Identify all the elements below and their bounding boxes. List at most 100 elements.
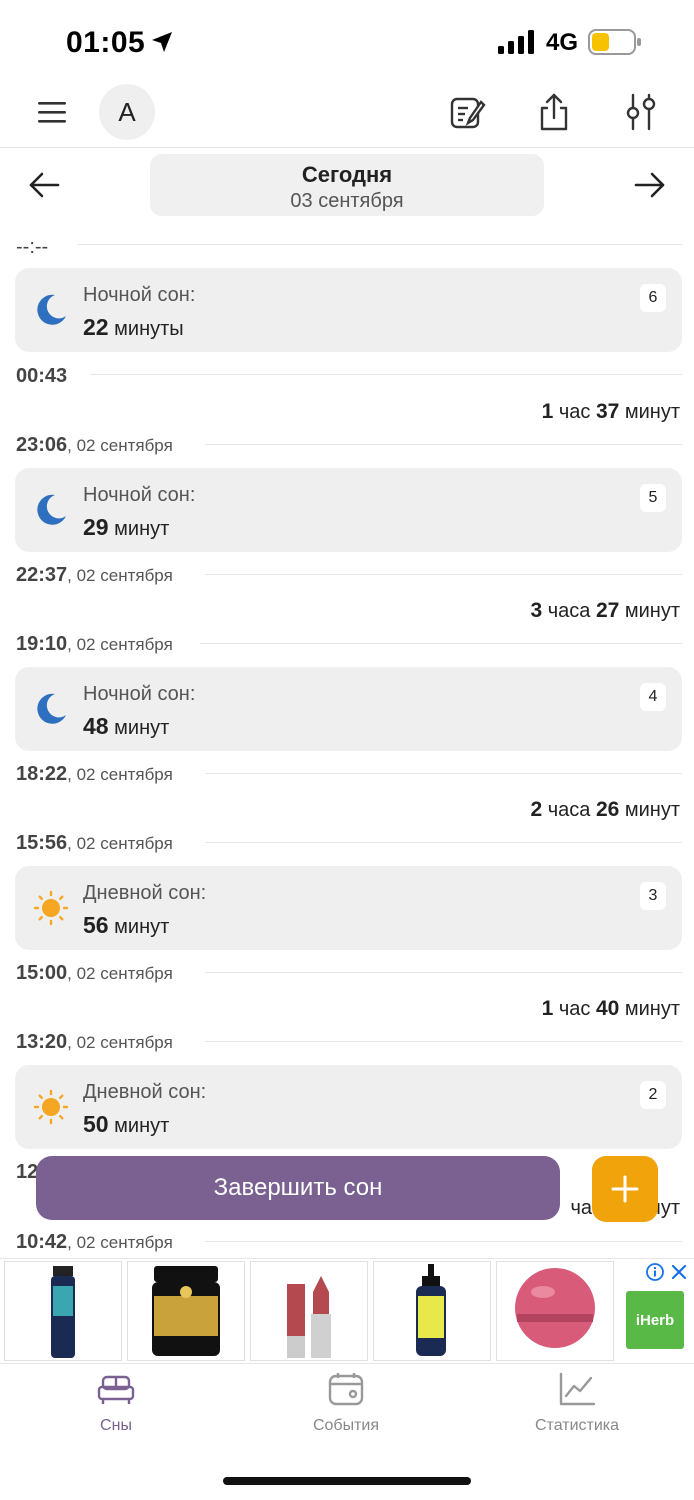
time-marker: 18:22, 02 сентября <box>16 763 173 785</box>
sleep-number-badge: 6 <box>640 284 666 312</box>
awake-gap: 2 часа 26 минут <box>530 798 680 821</box>
home-indicator <box>223 1477 471 1485</box>
timeline-divider <box>205 1041 682 1042</box>
timeline-divider <box>205 842 682 843</box>
ad-product-oil[interactable] <box>4 1261 122 1361</box>
moon-icon <box>37 494 66 525</box>
timeline-divider <box>205 1241 682 1242</box>
timeline-divider <box>205 574 682 575</box>
timeline-divider <box>200 643 682 644</box>
product-jar-icon <box>152 1266 220 1356</box>
sleep-card[interactable]: Дневной сон: 50 минут 2 <box>15 1065 682 1149</box>
top-toolbar: A <box>0 80 694 148</box>
moon-icon <box>37 294 66 325</box>
edit-note-icon <box>450 97 486 129</box>
sleep-card[interactable]: Ночной сон: 29 минут 5 <box>15 468 682 552</box>
time-marker: 23:06, 02 сентября <box>16 434 173 456</box>
arrow-left-icon <box>29 172 60 198</box>
close-icon[interactable] <box>670 1263 688 1281</box>
time-marker: 22:37, 02 сентября <box>16 564 173 586</box>
chart-icon <box>559 1372 596 1406</box>
ad-brand-logo[interactable]: iHerb <box>626 1291 684 1349</box>
sleep-type: Ночной сон: <box>83 284 196 306</box>
signal-icon <box>498 30 534 54</box>
sleep-card[interactable]: Ночной сон: 48 минут 4 <box>15 667 682 751</box>
sleep-number-badge: 3 <box>640 882 666 910</box>
finish-sleep-button[interactable]: Завершить сон <box>36 1156 560 1220</box>
menu-button[interactable] <box>34 94 70 130</box>
finish-sleep-label: Завершить сон <box>213 1174 383 1201</box>
sleep-duration: 22 минуты <box>83 314 184 340</box>
sun-icon <box>33 1089 69 1125</box>
tab-label: События <box>312 1417 380 1434</box>
tab-statistics[interactable]: Статистика <box>497 1372 657 1435</box>
edit-button[interactable] <box>446 92 488 134</box>
timeline-divider <box>205 444 682 445</box>
sleep-duration: 29 минут <box>83 514 170 540</box>
awake-gap: 3 часа 27 минут <box>530 599 680 622</box>
sleep-type: Дневной сон: <box>83 1081 207 1103</box>
time-marker: 15:00, 02 сентября <box>16 962 173 984</box>
product-lipstick-icon <box>287 1276 331 1358</box>
network-type: 4G <box>546 29 579 56</box>
tab-sleeps[interactable]: Сны <box>36 1372 196 1435</box>
sleep-duration: 48 минут <box>83 713 170 739</box>
sleep-number-badge: 2 <box>640 1081 666 1109</box>
sleep-number-badge: 5 <box>640 484 666 512</box>
awake-gap: 1 час 37 минут <box>541 400 680 423</box>
status-time: 01:05 <box>66 26 146 59</box>
time-marker: 00:43 <box>16 365 68 387</box>
time-marker: 12 <box>16 1161 39 1183</box>
product-soap-icon <box>416 1264 446 1356</box>
avatar-letter: A <box>118 96 136 127</box>
battery-icon <box>588 29 641 55</box>
arrow-right-icon <box>634 172 665 198</box>
plus-icon <box>611 1175 639 1203</box>
calendar-icon <box>328 1373 364 1406</box>
filters-button[interactable] <box>622 90 660 134</box>
share-icon <box>540 93 568 131</box>
status-bar: 01:05 4G <box>0 0 694 80</box>
sleep-type: Дневной сон: <box>83 882 207 904</box>
product-bottle-icon <box>51 1266 75 1358</box>
date-navigator: Сегодня 03 сентября <box>0 150 694 220</box>
sleep-type: Ночной сон: <box>83 683 196 705</box>
sun-icon <box>33 890 69 926</box>
next-day-button[interactable] <box>630 168 670 202</box>
timeline-divider <box>90 374 682 375</box>
sleep-card[interactable]: Дневной сон: 56 минут 3 <box>15 866 682 950</box>
ad-product-honey[interactable] <box>127 1261 245 1361</box>
sleep-number-badge: 4 <box>640 683 666 711</box>
ad-product-balm[interactable] <box>496 1261 614 1361</box>
add-button[interactable] <box>592 1156 658 1222</box>
ad-product-soap[interactable] <box>373 1261 491 1361</box>
time-marker: 10:42, 02 сентября <box>16 1231 173 1253</box>
top-marker: --:-- <box>16 236 49 258</box>
prev-day-button[interactable] <box>24 168 64 202</box>
timeline-divider <box>78 244 682 245</box>
date-subtitle: 03 сентября <box>290 190 404 212</box>
avatar[interactable]: A <box>99 84 155 140</box>
sliders-icon <box>626 93 656 131</box>
tab-label: Сны <box>100 1417 132 1434</box>
date-selector[interactable]: Сегодня 03 сентября <box>150 154 544 216</box>
tab-label: Статистика <box>534 1417 620 1434</box>
time-marker: 15:56, 02 сентября <box>16 832 173 854</box>
time-marker: 19:10, 02 сентября <box>16 633 173 655</box>
product-balm-icon <box>515 1268 595 1348</box>
sleep-card[interactable]: Ночной сон: 22 минуты 6 <box>15 268 682 352</box>
time-marker: 13:20, 02 сентября <box>16 1031 173 1053</box>
bed-icon <box>97 1375 135 1404</box>
timeline-divider <box>205 972 682 973</box>
sleep-duration: 50 минут <box>83 1111 170 1137</box>
moon-icon <box>37 693 66 724</box>
timeline-divider <box>205 773 682 774</box>
info-icon[interactable] <box>646 1263 664 1281</box>
awake-gap: 1 час 40 минут <box>541 997 680 1020</box>
date-title: Сегодня <box>301 162 393 187</box>
tab-events[interactable]: События <box>266 1372 426 1435</box>
share-button[interactable] <box>533 90 575 134</box>
hamburger-icon <box>38 102 66 123</box>
ad-banner[interactable]: iHerb <box>0 1258 694 1364</box>
ad-product-lipstick[interactable] <box>250 1261 368 1361</box>
